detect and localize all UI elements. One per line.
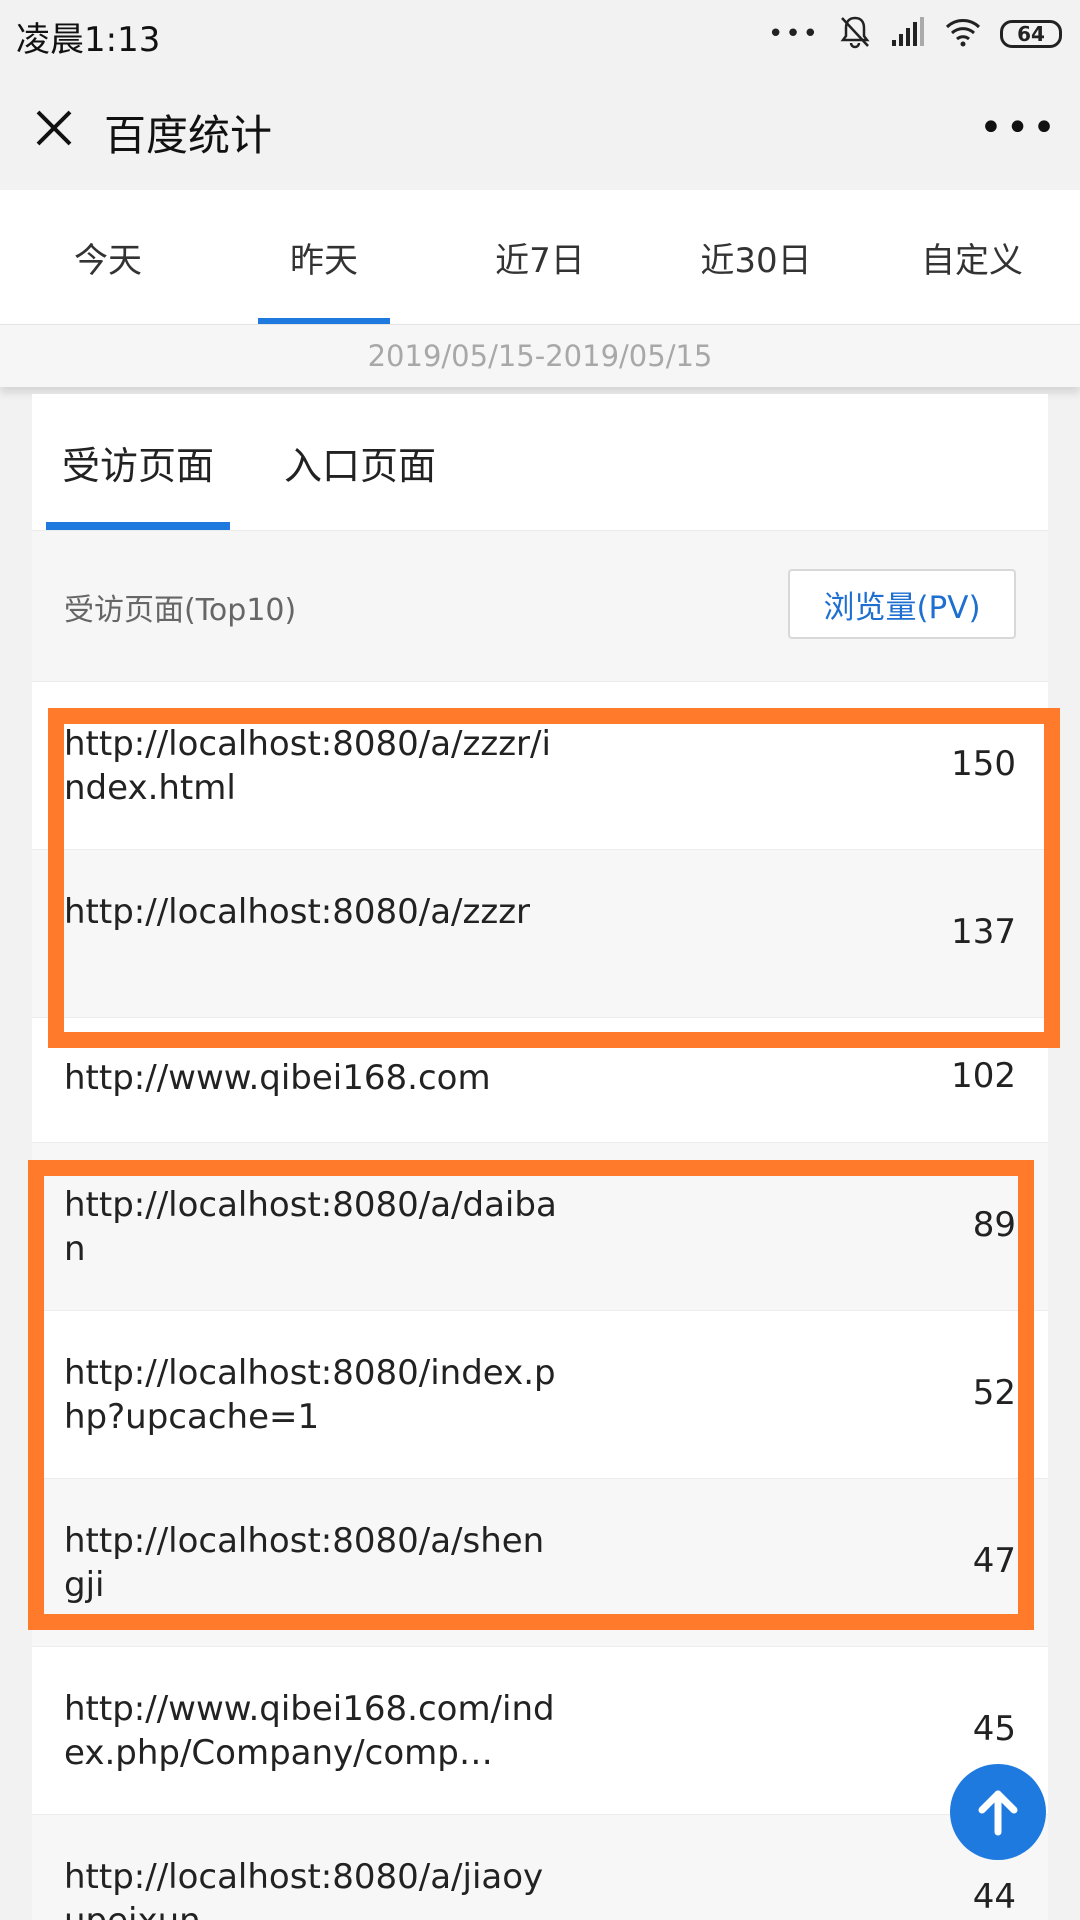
tab-custom[interactable]: 自定义 [864, 190, 1080, 324]
page-title: 百度统计 [104, 111, 273, 160]
close-icon [36, 110, 72, 146]
highlight-box-bottom [28, 1160, 1034, 1630]
battery-icon: 64 [1000, 20, 1062, 48]
mute-bell-icon [838, 14, 872, 54]
row-value: 45 [972, 1709, 1016, 1749]
tab-visited-pages[interactable]: 受访页面 [46, 394, 231, 530]
list-header: 受访页面(Top10) 浏览量(PV) [32, 531, 1048, 682]
close-button[interactable] [26, 100, 82, 156]
more-notifications-icon: ••• [767, 19, 820, 49]
tab-today[interactable]: 今天 [0, 190, 216, 324]
date-range-tabs: 今天 昨天 近7日 近30日 自定义 [0, 190, 1080, 324]
row-url: http://localhost:8080/a/jiaoyupeixun [64, 1857, 544, 1920]
metric-select-button[interactable]: 浏览量(PV) [788, 569, 1016, 639]
status-bar: 凌晨1:13 ••• 64 [0, 0, 1080, 70]
date-range-label: 2019/05/15-2019/05/15 [0, 324, 1080, 387]
tab-last-7-days[interactable]: 近7日 [432, 190, 648, 324]
report-card: 受访页面 入口页面 受访页面(Top10) 浏览量(PV) http://loc… [32, 394, 1048, 1920]
tab-entry-pages[interactable]: 入口页面 [268, 394, 452, 530]
row-value: 102 [951, 1056, 1016, 1096]
table-row[interactable]: http://www.qibei168.com/index.php/Compan… [32, 1647, 1048, 1815]
list-title: 受访页面(Top10) [64, 593, 297, 628]
wifi-icon [944, 17, 982, 51]
arrow-up-icon [978, 1790, 1018, 1836]
tab-yesterday[interactable]: 昨天 [216, 190, 432, 324]
row-value: 44 [972, 1877, 1016, 1917]
row-url: http://www.qibei168.com/index.php/Compan… [64, 1689, 555, 1773]
highlight-box-top [48, 708, 1060, 1048]
report-sub-tabs: 受访页面 入口页面 [32, 394, 1048, 531]
more-options-button[interactable]: ••• [979, 98, 1056, 158]
scroll-to-top-button[interactable] [950, 1764, 1046, 1860]
title-bar: 百度统计 ••• [0, 70, 1080, 190]
status-time: 凌晨1:13 [16, 20, 161, 60]
signal-icon [890, 16, 926, 52]
row-url: http://www.qibei168.com [64, 1058, 491, 1098]
table-row[interactable]: http://localhost:8080/a/jiaoyupeixun 44 [32, 1815, 1048, 1920]
tab-last-30-days[interactable]: 近30日 [648, 190, 864, 324]
status-icons: ••• 64 [768, 14, 1062, 54]
